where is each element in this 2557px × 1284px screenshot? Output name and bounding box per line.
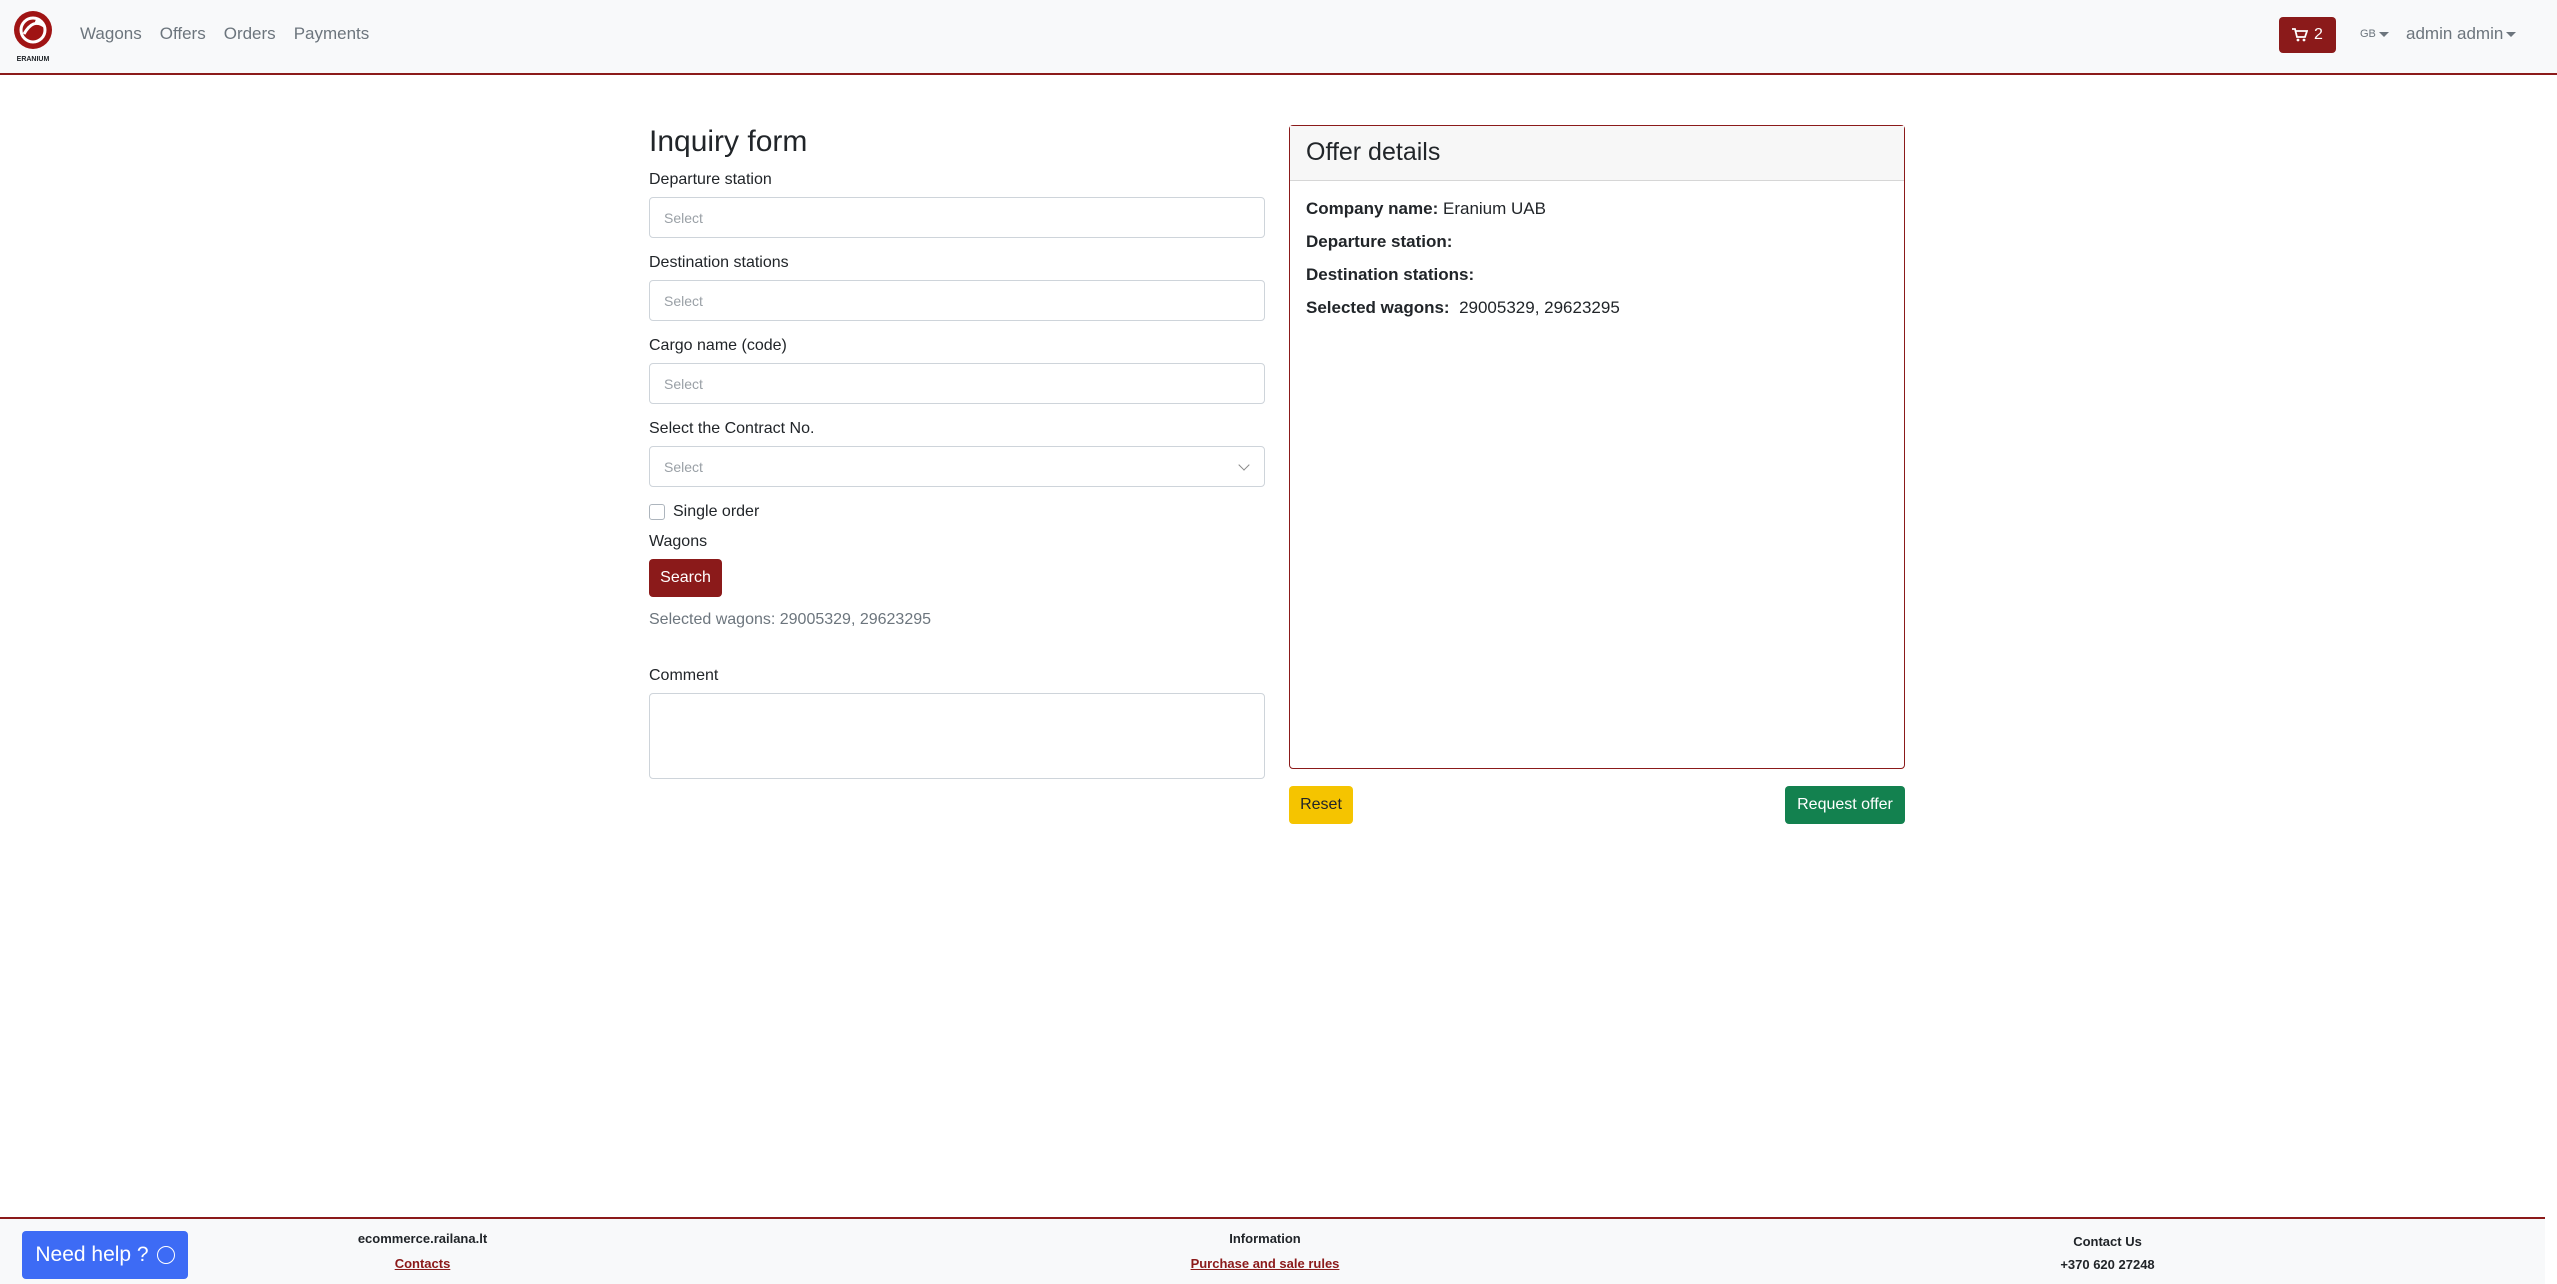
footer-phone: +370 620 27248 (2060, 1257, 2155, 1272)
single-order-checkbox[interactable] (649, 504, 665, 520)
footer-site-col: ecommerce.railana.lt Contacts (300, 1231, 545, 1271)
cargo-placeholder: Select (664, 375, 703, 392)
request-offer-button[interactable]: Request offer (1785, 786, 1905, 824)
cargo-label: Cargo name (code) (649, 337, 787, 354)
company-label: Company name: (1306, 199, 1439, 218)
logo-wordmark: ERANIUM (17, 56, 50, 63)
logo-icon: ERANIUM (14, 11, 52, 63)
contract-label: Select the Contract No. (649, 420, 815, 437)
nav-link-wagons[interactable]: Wagons (80, 24, 142, 44)
user-dropdown[interactable]: admin admin (2406, 24, 2517, 44)
footer-info-title: Information (1229, 1231, 1301, 1246)
search-wagons-button[interactable]: Search (649, 559, 722, 597)
cargo-select[interactable]: Select (649, 363, 1265, 404)
offer-details-title: Offer details (1290, 126, 1904, 181)
wagons-detail-label: Selected wagons: (1306, 298, 1450, 317)
chevron-down-icon (2378, 31, 2389, 37)
need-help-button[interactable]: Need help ? (22, 1231, 188, 1279)
user-name: admin admin (2406, 24, 2504, 43)
company-value: Eranium UAB (1442, 199, 1546, 218)
footer-contact-col: Contact Us +370 620 27248 (2020, 1234, 2195, 1272)
contract-select[interactable]: Select (649, 446, 1265, 487)
footer-contacts-link[interactable]: Contacts (300, 1256, 545, 1271)
company-row: Company name: Eranium UAB (1306, 199, 1888, 219)
language-dropdown[interactable]: GB (2360, 28, 2389, 40)
wagons-row: Selected wagons: 29005329, 29623295 (1306, 298, 1888, 318)
nav-link-payments[interactable]: Payments (294, 24, 370, 44)
main-nav: Wagons Offers Orders Payments (80, 24, 369, 44)
need-help-label: Need help ? (35, 1243, 149, 1266)
departure-row: Departure station: (1306, 232, 1888, 252)
destination-placeholder: Select (664, 292, 703, 309)
footer-contact-title: Contact Us (2073, 1234, 2142, 1249)
cart-count: 2 (2314, 26, 2323, 43)
departure-placeholder: Select (664, 209, 703, 226)
cart-icon (2292, 28, 2309, 42)
selected-wagons-text: Selected wagons: 29005329, 29623295 (649, 611, 932, 628)
cart-button[interactable]: 2 (2279, 17, 2336, 53)
page-footer: ecommerce.railana.lt Contacts Informatio… (0, 1217, 2545, 1284)
reset-button[interactable]: Reset (1289, 786, 1353, 824)
wagons-label: Wagons (649, 533, 708, 550)
help-circle-icon (156, 1246, 175, 1264)
departure-label: Departure station (649, 171, 772, 188)
destination-row: Destination stations: (1306, 265, 1888, 285)
wagons-detail-value: 29005329, 29623295 (1459, 298, 1620, 317)
form-title: Inquiry form (649, 125, 808, 158)
footer-info-col: Information Purchase and sale rules (1140, 1231, 1390, 1271)
destination-detail-label: Destination stations: (1306, 265, 1475, 284)
comment-label: Comment (649, 667, 719, 684)
single-order-label: Single order (673, 503, 760, 520)
nav-link-offers[interactable]: Offers (160, 24, 206, 44)
destination-label: Destination stations (649, 254, 789, 271)
single-order-row: Single order (649, 503, 1265, 521)
destination-stations-select[interactable]: Select (649, 280, 1265, 321)
chevron-down-icon (1238, 459, 1250, 471)
top-navbar: ERANIUM Wagons Offers Orders Payments 2 … (0, 0, 2557, 75)
contract-placeholder: Select (664, 458, 703, 475)
nav-link-orders[interactable]: Orders (224, 24, 276, 44)
departure-station-select[interactable]: Select (649, 197, 1265, 238)
chevron-down-icon (2506, 32, 2517, 38)
offer-details-body: Company name: Eranium UAB Departure stat… (1290, 181, 1904, 349)
offer-details-card: Offer details Company name: Eranium UAB … (1289, 125, 1905, 769)
eranium-logo[interactable]: ERANIUM (12, 8, 54, 64)
inquiry-form: Inquiry form Departure station Select De… (649, 125, 1265, 779)
comment-textarea[interactable] (649, 693, 1265, 779)
departure-detail-label: Departure station: (1306, 232, 1453, 251)
footer-rules-link[interactable]: Purchase and sale rules (1140, 1256, 1390, 1271)
footer-site-name: ecommerce.railana.lt (357, 1231, 488, 1246)
language-label: GB (2360, 28, 2376, 40)
